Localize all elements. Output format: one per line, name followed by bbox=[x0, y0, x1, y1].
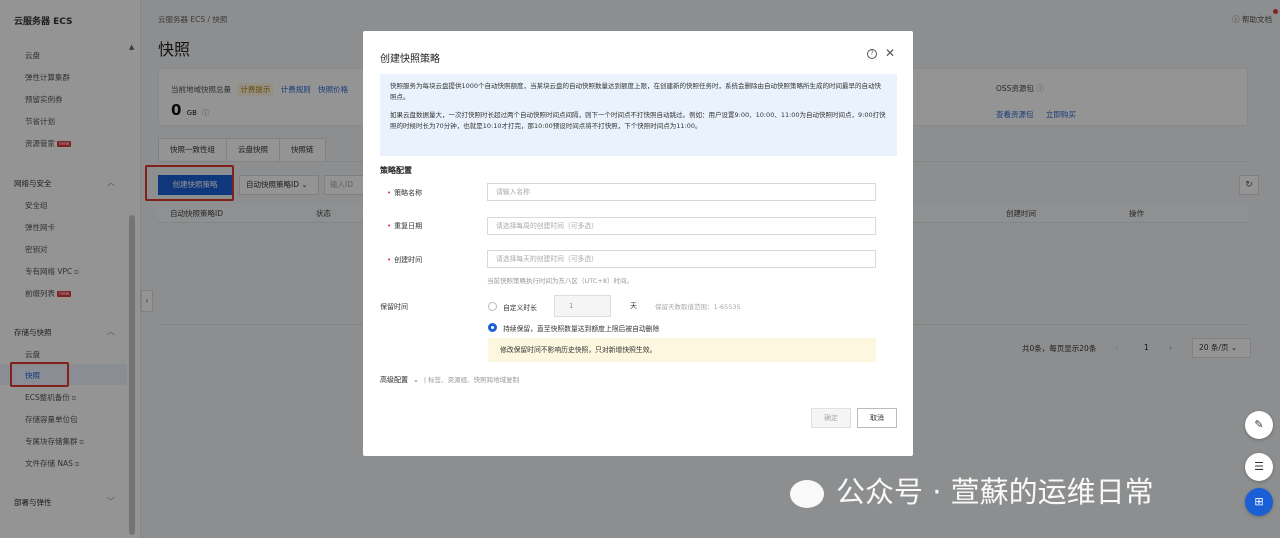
edit-icon[interactable]: ✎ bbox=[1245, 411, 1273, 439]
watermark: 公众号 · 萱蘇的运维日常 bbox=[790, 469, 1154, 511]
advanced-label: 高级配置 bbox=[380, 376, 408, 384]
advanced-sub-label: | 标签、资源组、快照跨地域复制 bbox=[423, 376, 520, 384]
range-hint: 保留天数取值范围：1-65535 bbox=[655, 303, 741, 311]
chat-icon[interactable]: ☰ bbox=[1245, 453, 1273, 481]
radio-custom-duration[interactable] bbox=[488, 302, 497, 311]
create-policy-dialog: 创建快照策略 ? ✕ 快照服务为每块云盘提供1000个自动快照额度，当某块云盘的… bbox=[363, 31, 913, 456]
retention-days-input[interactable]: 1 bbox=[554, 295, 611, 317]
custom-duration-label[interactable]: 自定义时长 bbox=[503, 302, 537, 312]
policy-name-input[interactable]: 请输入名称 bbox=[487, 183, 876, 201]
policy-name-label: • 策略名称 bbox=[387, 188, 422, 198]
repeat-date-label-text: 重复日期 bbox=[394, 222, 423, 230]
timezone-hint: 当前快照策略执行时间为东八区（UTC+8）时间。 bbox=[487, 277, 633, 285]
required-icon: • bbox=[387, 222, 392, 230]
help-icon[interactable]: ? bbox=[867, 49, 877, 59]
wechat-logo-icon bbox=[790, 480, 824, 508]
advanced-config-toggle[interactable]: 高级配置 ⌄ | 标签、资源组、快照跨地域复制 bbox=[380, 374, 519, 385]
apps-icon[interactable]: ⊞ bbox=[1245, 488, 1273, 516]
policy-name-label-text: 策略名称 bbox=[394, 189, 423, 197]
day-unit: 天 bbox=[630, 302, 637, 310]
notice-box: 快照服务为每块云盘提供1000个自动快照额度，当某块云盘的自动快照数量达到额度上… bbox=[380, 74, 897, 156]
dialog-title: 创建快照策略 bbox=[380, 54, 440, 65]
section-title: 策略配置 bbox=[380, 166, 412, 175]
repeat-date-label: • 重复日期 bbox=[387, 221, 422, 231]
required-icon: • bbox=[387, 189, 392, 197]
retention-warning: 修改保留时间不影响历史快照，只对新增快照生效。 bbox=[488, 338, 876, 362]
required-icon: • bbox=[387, 256, 392, 264]
watermark-text: 公众号 · 萱蘇的运维日常 bbox=[836, 475, 1154, 509]
notice-text-2: 如果云盘数据量大，一次打快照时长超过两个自动快照时间点间隔，则下一个时间点不打快… bbox=[390, 111, 886, 130]
retention-label: 保留时间 bbox=[380, 303, 408, 311]
create-time-label: • 创建时间 bbox=[387, 255, 422, 265]
notice-text-1: 快照服务为每块云盘提供1000个自动快照额度，当某块云盘的自动快照数量达到额度上… bbox=[390, 82, 882, 101]
create-time-label-text: 创建时间 bbox=[394, 256, 423, 264]
repeat-date-select[interactable]: 请选择每周的创建时间（可多选） bbox=[487, 217, 876, 235]
close-icon[interactable]: ✕ bbox=[885, 46, 895, 60]
create-time-select[interactable]: 请选择每天的创建时间（可多选） bbox=[487, 250, 876, 268]
keep-forever-label[interactable]: 持续保留，直至快照数量达到额度上限后被自动删除 bbox=[503, 323, 659, 333]
radio-keep-forever[interactable] bbox=[488, 323, 497, 332]
chevron-down-icon: ⌄ bbox=[413, 376, 419, 384]
confirm-button[interactable]: 确定 bbox=[811, 408, 851, 428]
cancel-button[interactable]: 取消 bbox=[857, 408, 897, 428]
